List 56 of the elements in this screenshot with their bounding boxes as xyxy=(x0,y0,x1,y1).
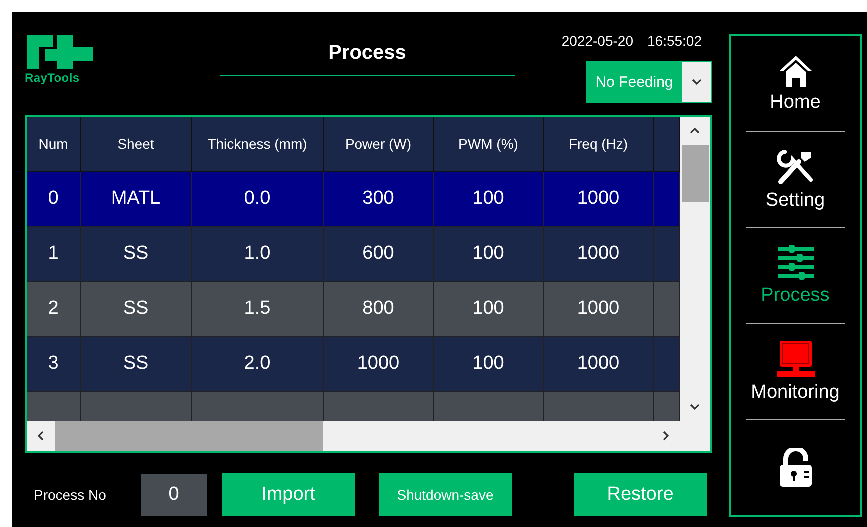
sidebar-item[interactable]: Process xyxy=(746,228,845,324)
sidebar-item[interactable]: Monitoring xyxy=(746,324,845,420)
process-no-field[interactable]: 0 xyxy=(141,474,207,516)
column-header: Num xyxy=(27,117,81,172)
table-cell: 800 xyxy=(324,282,434,337)
tools-icon xyxy=(776,148,814,186)
table-cell: SS xyxy=(81,282,192,337)
sidebar-label: Setting xyxy=(766,190,826,212)
sidebar-label: Home xyxy=(770,92,821,114)
time-text: 16:55:02 xyxy=(648,33,702,49)
sliders-icon xyxy=(776,244,814,280)
table-cell: 1000 xyxy=(544,337,654,392)
logo-icon xyxy=(25,33,95,69)
table-cell: 600 xyxy=(324,227,434,282)
table-cell: 2 xyxy=(27,282,81,337)
table-cell: 0.0 xyxy=(192,172,324,227)
column-header: Sheet xyxy=(81,117,192,172)
column-header xyxy=(654,117,680,172)
sidebar-label: Process xyxy=(761,284,830,306)
unlocked-padlock-icon[interactable] xyxy=(778,448,814,488)
table-cell xyxy=(654,227,680,282)
table-cell: 100 xyxy=(434,282,544,337)
table-cell xyxy=(654,172,680,227)
home-icon xyxy=(778,54,814,88)
column-header: PWM (%) xyxy=(434,117,544,172)
sidebar-item[interactable]: Home xyxy=(746,36,845,132)
table-cell: 100 xyxy=(434,227,544,282)
table-cell: 1000 xyxy=(324,337,434,392)
table-cell: 0 xyxy=(27,172,81,227)
sidebar-item[interactable]: Setting xyxy=(746,132,845,228)
column-header: Power (W) xyxy=(324,117,434,172)
table-cell xyxy=(654,337,680,392)
table-cell: 1.0 xyxy=(192,227,324,282)
column-header: Thickness (mm) xyxy=(192,117,324,172)
table-cell: 2.0 xyxy=(192,337,324,392)
table-cell: 300 xyxy=(324,172,434,227)
table-cell: MATL xyxy=(81,172,192,227)
scrollbar-thumb[interactable] xyxy=(682,145,708,202)
date-text: 2022-05-20 xyxy=(562,33,634,49)
table-cell: SS xyxy=(81,337,192,392)
table-cell: 1000 xyxy=(544,172,654,227)
logo-text: RayTools xyxy=(25,71,81,85)
table-cell: 100 xyxy=(434,172,544,227)
page-title: Process xyxy=(328,42,406,65)
table-cell: 1 xyxy=(27,227,81,282)
sidebar-label: Monitoring xyxy=(751,382,840,404)
table-cell: SS xyxy=(81,227,192,282)
process-no-label: Process No xyxy=(34,486,108,502)
table-cell: 1000 xyxy=(544,282,654,337)
table-cell: 1000 xyxy=(544,227,654,282)
scrollbar-thumb[interactable] xyxy=(55,421,323,451)
table-cell: 100 xyxy=(434,337,544,392)
column-header: Freq (Hz) xyxy=(544,117,654,172)
table-cell xyxy=(654,282,680,337)
table-cell: 1.5 xyxy=(192,282,324,337)
table-cell: 3 xyxy=(27,337,81,392)
